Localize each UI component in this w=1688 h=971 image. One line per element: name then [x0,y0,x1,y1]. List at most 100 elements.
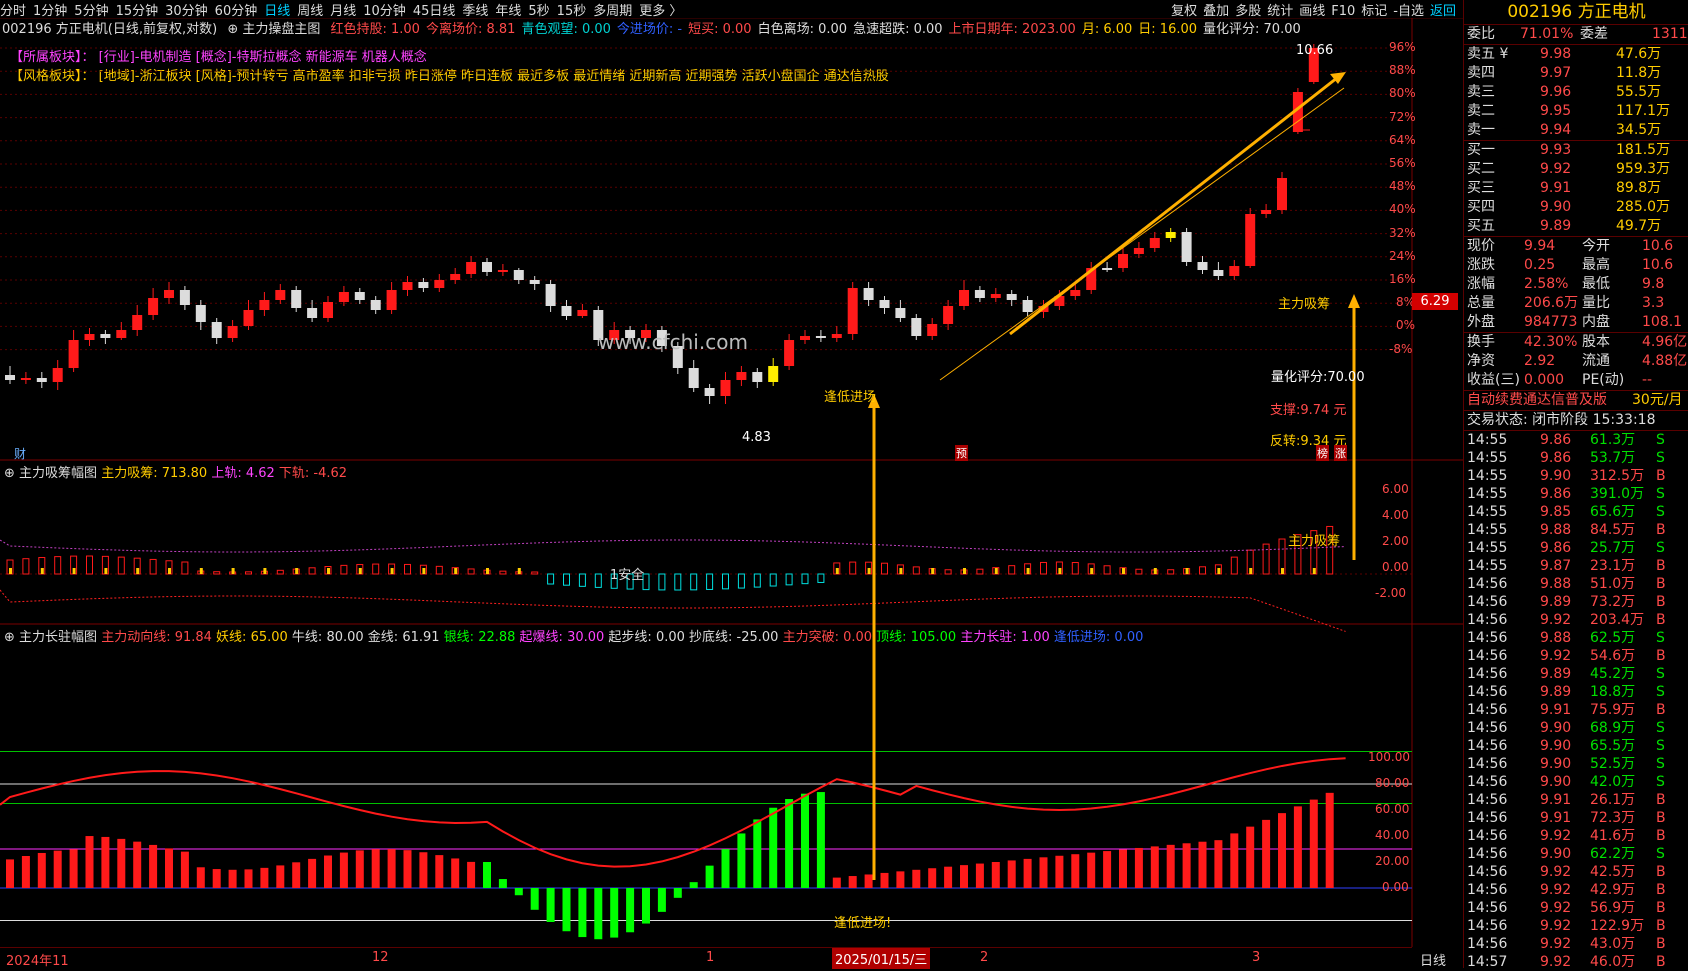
long-stay-bar [387,849,396,888]
tick-time: 14:55 [1467,486,1508,502]
cycle-label[interactable]: 日线 [1420,950,1446,969]
tick-volume: 391.0万 [1590,486,1645,502]
long-stay-bar [1150,846,1159,888]
accum-bar [340,564,348,575]
long-stay-bar [498,879,507,888]
long-stay-bar [1182,843,1191,888]
candle-body [195,305,206,322]
order-price: 9.97 [1540,65,1572,81]
axis-tick: 0.00 [1382,560,1409,574]
accum-bar [690,573,698,591]
tick-row: 14:56 9.88 62.5万 S [1464,629,1688,647]
stat-label: PE(动) [1582,372,1625,388]
kline-chart-area[interactable] [0,0,1463,968]
order-label: 卖一 [1467,122,1495,138]
tick-time: 14:56 [1467,810,1508,826]
order-volume: 47.6万 [1616,46,1662,62]
tick-time: 14:56 [1467,792,1508,808]
order-label: 买三 [1467,180,1495,196]
accum-bar [706,573,714,590]
candle-body [831,334,842,338]
tick-time: 14:56 [1467,702,1508,718]
candle-body [243,310,254,326]
long-stay-bar [1198,841,1207,888]
candle-body [529,280,540,284]
tick-volume: 62.5万 [1590,630,1636,646]
main-trend-line [0,757,1346,868]
tick-volume: 312.5万 [1590,468,1645,484]
long-stay-bar [403,850,412,888]
long-stay-bar [1087,852,1096,888]
tick-volume: 51.0万 [1590,576,1636,592]
tick-row: 14:56 9.92 43.0万 B [1464,935,1688,953]
accum-core-bar [72,568,76,574]
accum-core-bar [231,568,235,574]
stat-value: 2.92 [1524,353,1556,369]
tick-time: 14:55 [1467,540,1508,556]
panel3-title[interactable]: ⊕ 主力长驻幅图 [4,630,97,645]
candle-body [688,368,699,388]
tick-row: 14:56 9.91 72.3万 B [1464,809,1688,827]
candle-body [275,290,286,300]
order-ratio-row: 委比 71.01% 委差 1311 [1464,25,1688,44]
tick-price: 9.86 [1540,540,1572,556]
tick-volume: 42.0万 [1590,774,1636,790]
long-stay-bar [196,867,205,888]
tick-time: 14:55 [1467,450,1508,466]
long-stay-bar [53,850,62,888]
finance-marker[interactable]: 财 [14,445,26,462]
order-price: 9.92 [1540,161,1572,177]
accum-label: 主力吸筹 [1278,297,1331,312]
ad-banner[interactable]: 自动续费通达信普及版 30元/月 [1464,390,1688,410]
long-stay-bar [1230,833,1239,888]
tick-price: 9.92 [1540,828,1572,844]
candle-body [1277,178,1287,210]
panel2-title[interactable]: ⊕ 主力吸筹幅图 [4,466,97,481]
stat-row: 涨幅 2.58% 最低 9.8 [1464,275,1688,294]
tick-time: 14:56 [1467,612,1508,628]
sell-order-row: 卖四 9.97 11.8万 [1464,64,1688,83]
tick-volume: 56.9万 [1590,900,1636,916]
long-stay-bar [769,807,778,888]
entry-mark: 逢低进场! [834,916,892,931]
candle-body [211,322,222,338]
panel3-value: 妖线: 65.00 [211,630,288,645]
long-stay-bar [626,888,635,933]
stat-value: 9.94 [1524,238,1556,254]
accum-bar [849,561,857,575]
tick-time: 14:56 [1467,684,1508,700]
candle-body [1165,232,1176,238]
tick-time: 14:56 [1467,864,1508,880]
accum-bar [785,573,793,586]
accum-bar [801,573,809,585]
accum-bar [1008,565,1016,575]
long-stay-bar [912,869,921,888]
candle-body [450,274,461,280]
tick-volume: 54.6万 [1590,648,1636,664]
limit-up-marker[interactable]: 涨 [1334,445,1347,461]
rank-marker[interactable]: 榜 [1316,445,1329,461]
tick-price: 9.89 [1540,594,1572,610]
accum-core-bar [1153,568,1157,574]
tick-list[interactable]: 14:55 9.86 61.3万 S 14:55 9.86 53.7万 S 14:55 9.90 3… [1464,430,1688,971]
candle-body [402,282,413,290]
long-stay-bar [721,849,730,888]
tick-volume: 62.2万 [1590,846,1636,862]
candle-body [386,290,397,310]
tick-price: 9.91 [1540,702,1572,718]
tick-price: 9.92 [1540,900,1572,916]
quote-panel: 002196 方正电机 委比 71.01% 委差 1311 卖五 ¥ 9.98 47… [1463,0,1688,971]
axis-tick: 40% [1389,202,1416,217]
sell-order-row: 卖五 ¥ 9.98 47.6万 [1464,45,1688,64]
panel3-values: 主力动向线: 91.84 妖线: 65.00 牛线: 80.00 金线: 61.… [101,630,1143,645]
tick-side: B [1656,882,1666,898]
buy-order-row: 买二 9.92 959.3万 [1464,160,1688,179]
candle-body [1118,254,1128,268]
tick-side: B [1656,648,1666,664]
tick-row: 14:56 9.91 75.9万 B [1464,701,1688,719]
forecast-marker[interactable]: 预 [955,445,968,461]
axis-tick: 80.00 [1375,776,1410,790]
tick-price: 9.86 [1540,432,1572,448]
tick-price: 9.92 [1540,936,1572,952]
tick-price: 9.90 [1540,756,1572,772]
